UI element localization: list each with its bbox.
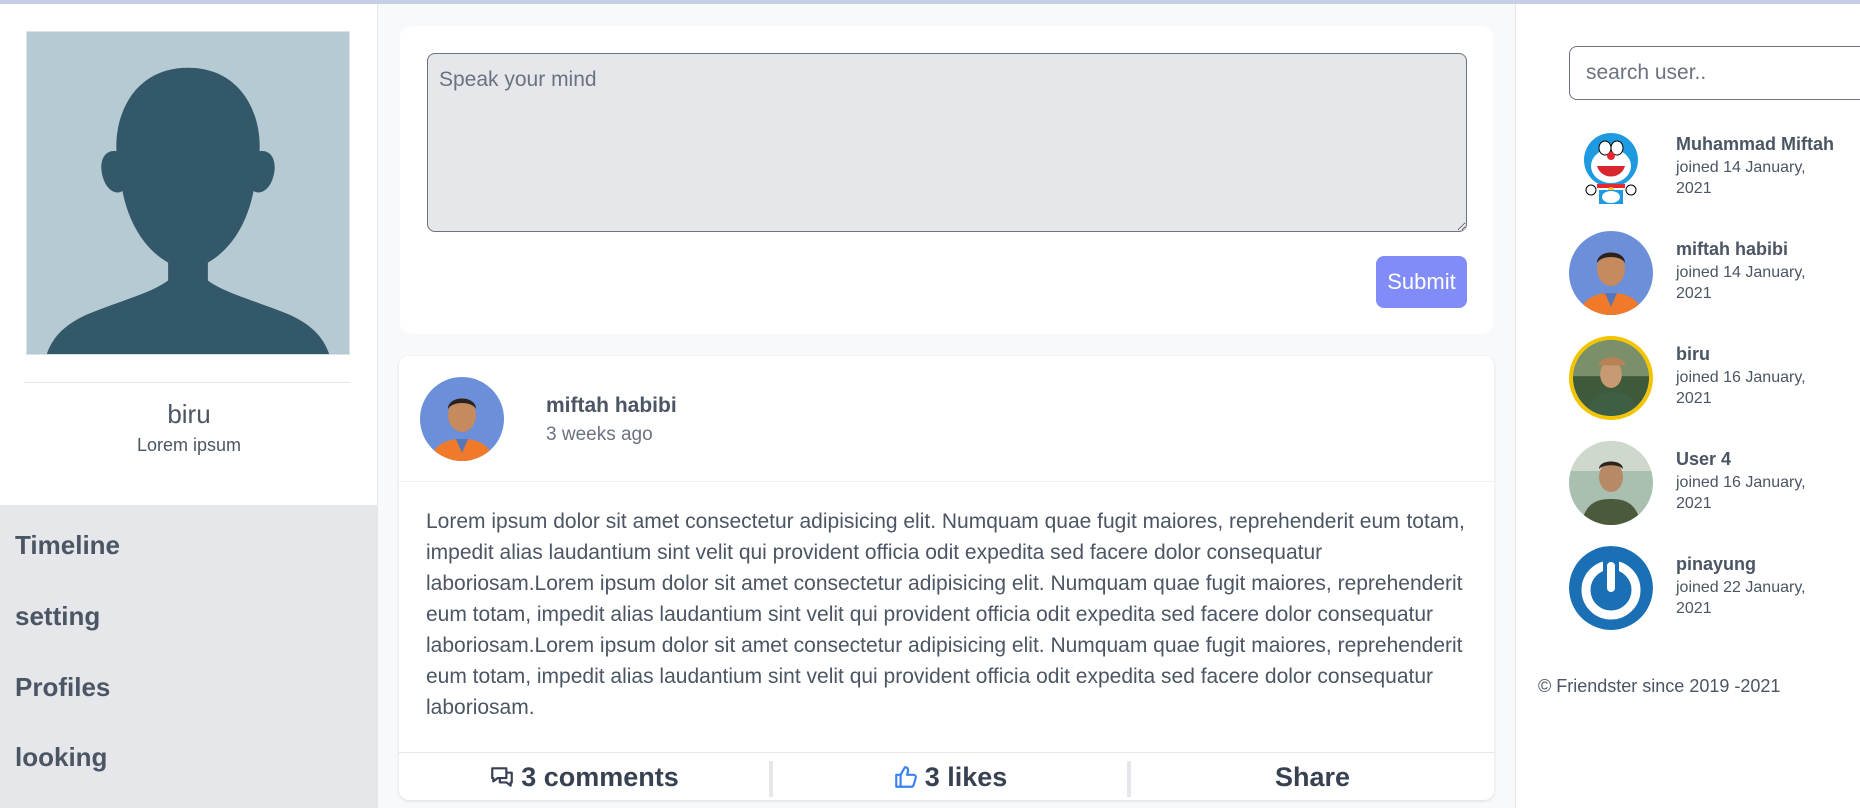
post-author-avatar[interactable] <box>420 377 504 461</box>
user-list-item[interactable]: biru joined 16 January, 2021 <box>1569 336 1859 422</box>
user-list-item[interactable]: pinayung joined 22 January, 2021 <box>1569 546 1859 632</box>
comments-icon <box>491 767 514 787</box>
person-photo-icon <box>420 377 504 461</box>
post-author-name[interactable]: miftah habibi <box>546 394 677 418</box>
profile-divider <box>24 382 350 383</box>
person-photo-icon <box>1569 231 1653 315</box>
post-card: miftah habibi 3 weeks ago Lorem ipsum do… <box>399 356 1494 800</box>
nav-item-profiles[interactable]: Profiles <box>15 672 110 703</box>
power-logo-icon <box>1569 546 1653 630</box>
user-avatar <box>1569 546 1653 630</box>
post-actions: 3 comments 3 likes Share <box>399 752 1494 800</box>
submit-button[interactable]: Submit <box>1376 256 1467 308</box>
profile-avatar <box>26 31 350 355</box>
user-joined-date: joined 16 January, 2021 <box>1676 474 1806 512</box>
comments-label: 3 comments <box>521 761 679 792</box>
user-list-item[interactable]: User 4 joined 16 January, 2021 <box>1569 441 1859 527</box>
person-photo-icon <box>1569 441 1653 525</box>
user-name: Muhammad Miftah <box>1676 134 1835 154</box>
post-composer: Submit <box>400 26 1493 334</box>
cartoon-cat-icon <box>1584 133 1638 204</box>
footer-copyright: © Friendster since 2019 -2021 <box>1538 676 1781 696</box>
user-joined-date: joined 22 January, 2021 <box>1676 579 1806 617</box>
user-name: User 4 <box>1676 449 1732 469</box>
post-textarea[interactable] <box>427 53 1467 232</box>
user-joined-date: joined 14 January, 2021 <box>1676 159 1806 197</box>
user-name: pinayung <box>1676 554 1756 574</box>
post-header: miftah habibi 3 weeks ago <box>399 356 1494 482</box>
like-button[interactable]: 3 likes <box>773 753 1127 800</box>
user-avatar <box>1569 441 1653 525</box>
default-avatar-icon <box>27 32 349 354</box>
user-list-item[interactable]: miftah habibi joined 14 January, 2021 <box>1569 231 1859 317</box>
profile-subtitle: Lorem ipsum <box>136 435 242 455</box>
nav-item-timeline[interactable]: Timeline <box>15 530 120 561</box>
user-avatar <box>1569 336 1653 420</box>
comments-button[interactable]: 3 comments <box>399 753 769 800</box>
user-avatar <box>1569 231 1653 315</box>
share-label: Share <box>1274 761 1351 792</box>
left-sidebar: biru Lorem ipsum Timeline setting Profil… <box>0 4 378 808</box>
user-joined-date: joined 16 January, 2021 <box>1676 369 1806 407</box>
thumbs-up-icon <box>894 766 917 788</box>
share-button[interactable]: Share <box>1131 753 1494 800</box>
likes-label: 3 likes <box>924 761 1008 792</box>
post-timestamp: 3 weeks ago <box>546 424 653 445</box>
post-body: Lorem ipsum dolor sit amet consectetur a… <box>426 510 1465 719</box>
nav-item-setting[interactable]: setting <box>15 601 100 632</box>
user-name: miftah habibi <box>1676 239 1788 259</box>
nav-item-looking[interactable]: looking <box>15 742 107 773</box>
user-name: biru <box>1676 344 1710 364</box>
user-list-item[interactable]: Muhammad Miftah joined 14 January, 2021 <box>1569 126 1859 212</box>
user-joined-date: joined 14 January, 2021 <box>1676 264 1806 302</box>
sidebar-nav: Timeline setting Profiles looking <box>0 505 378 808</box>
profile-name: biru <box>167 399 211 429</box>
person-photo-icon <box>1573 340 1649 416</box>
user-avatar <box>1569 126 1653 210</box>
search-user-input[interactable] <box>1569 46 1860 100</box>
right-sidebar: Muhammad Miftah joined 14 January, 2021 … <box>1515 4 1860 808</box>
